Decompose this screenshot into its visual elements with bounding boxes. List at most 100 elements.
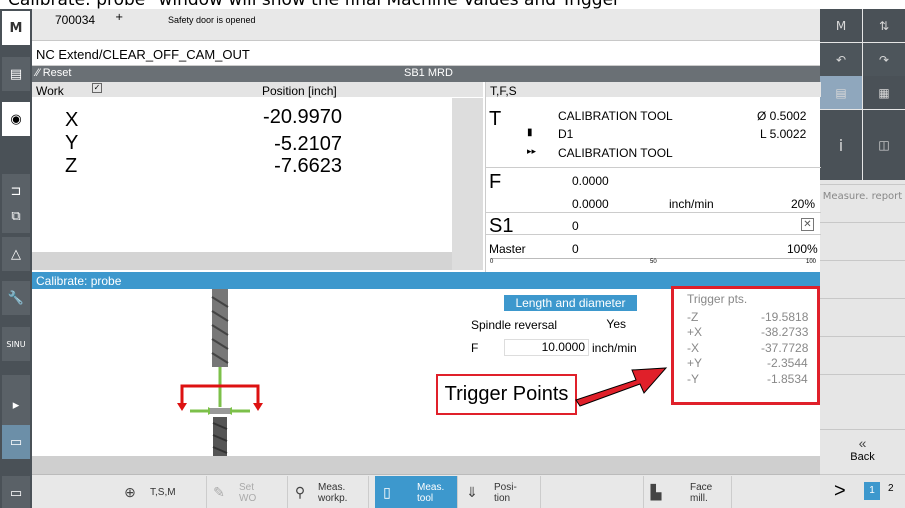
arrow-down-left-icon <box>177 403 187 411</box>
s1-label: S1 <box>489 215 514 237</box>
back-button[interactable]: « Back <box>820 429 905 466</box>
scale-start: 0 <box>490 259 494 265</box>
spindle-stop-icon: ✕ <box>801 218 814 231</box>
header-bar: 700034 + Safety door is opened <box>0 9 820 41</box>
right-softkey-blank-3[interactable] <box>820 298 905 335</box>
axis-value: -20.9970 <box>263 106 342 128</box>
program-icon[interactable]: ▤ <box>2 57 30 91</box>
tfs-header: T,F,S <box>490 84 517 98</box>
softkey-set-wo[interactable]: ✎ Set WO <box>207 476 288 508</box>
camera-icon[interactable]: ◫ <box>863 110 905 180</box>
master-value: 0 <box>572 242 579 256</box>
trigger-value: -38.2733 <box>761 325 809 339</box>
softkey-meas-tool[interactable]: ▯ Meas. tool <box>375 476 458 508</box>
program-path: NC Extend/CLEAR_OFF_CAM_OUT <box>32 41 820 66</box>
spindle-reversal-select[interactable]: Yes <box>561 317 639 333</box>
edge-icon: ▮ <box>527 127 533 138</box>
work-label: Work <box>36 84 64 98</box>
set-wo-icon: ✎ <box>213 484 225 500</box>
axis-label: Y <box>65 132 79 154</box>
softkey-face-mill[interactable]: ▙ Face mill. <box>644 476 732 508</box>
trigger-axis: +X <box>687 325 703 339</box>
machine-number: 700034 <box>55 13 96 27</box>
trigger-value: -37.7728 <box>761 341 809 355</box>
status-bar: ⁄⁄ Reset SB1 MRD <box>32 66 820 82</box>
length-and-diameter-button[interactable]: Length and diameter <box>504 295 637 311</box>
f-value-set: 0.0000 <box>572 197 609 211</box>
info-icon[interactable]: i <box>820 110 862 180</box>
jog-icon[interactable]: ⇅ <box>863 9 905 42</box>
annotation-arrow-icon <box>575 367 668 407</box>
softkey-position[interactable]: ⇓ Posi- tion <box>460 476 541 508</box>
face-mill-icon: ▙ <box>650 484 662 500</box>
axis-value: -5.2107 <box>274 133 342 155</box>
page-1-button[interactable]: 1 <box>864 482 880 500</box>
probe-diagram <box>177 289 263 456</box>
bottom-softkey-bar: ⊕ T,S,M ✎ Set WO ⚲ Meas. workp. ▯ Meas. … <box>32 474 820 508</box>
trigger-axis: +Y <box>687 356 703 370</box>
feed-input[interactable]: 10.0000 <box>504 339 589 356</box>
right-softkey-blank-1[interactable] <box>820 222 905 259</box>
page-2-button[interactable]: 2 <box>888 483 894 494</box>
alarm-message: Safety door is opened <box>168 15 256 25</box>
right-softkey-blank-5[interactable] <box>820 374 905 411</box>
d-label: D1 <box>558 127 574 141</box>
position-header: Position [inch] <box>262 84 337 98</box>
f-value-actual: 0.0000 <box>572 174 609 188</box>
tsm-icon: ⊕ <box>124 484 136 500</box>
spindle-reversal-label: Spindle reversal <box>471 318 558 332</box>
tool-name: CALIBRATION TOOL <box>558 109 673 123</box>
f-unit: inch/min <box>669 197 714 211</box>
trigger-value: -1.8534 <box>767 372 808 386</box>
screenshot-caption: Calibrate: probe" window will show the f… <box>0 0 905 9</box>
scale-end: 100 <box>806 259 817 265</box>
sinumerik-icon[interactable]: SINU <box>2 327 30 361</box>
next-page-button[interactable]: > <box>834 480 846 503</box>
machine-icon[interactable]: M <box>2 11 30 45</box>
axis-value: -7.6623 <box>274 155 342 177</box>
trigger-value: -2.3544 <box>767 356 808 370</box>
calculator-icon[interactable]: ▦ <box>863 76 905 109</box>
right-softkey-blank-2[interactable] <box>820 260 905 297</box>
page-nav: > 1 2 <box>820 474 905 508</box>
trigger-axis: -Y <box>687 372 699 386</box>
work-checkbox[interactable]: ✓ <box>92 83 102 93</box>
reset-status: ⁄⁄ Reset <box>36 67 72 79</box>
window-icon[interactable]: ▭ <box>2 425 30 459</box>
softkey-tsm[interactable]: ⊕ T,S,M <box>118 476 207 508</box>
measure-tool-icon: ▯ <box>383 484 391 500</box>
copy-icon[interactable]: ⧉ <box>2 199 30 233</box>
scale-mid: 50 <box>650 259 657 265</box>
feed-unit: inch/min <box>592 341 637 355</box>
right-softkey-blank-4[interactable] <box>820 336 905 373</box>
scroll-area <box>452 98 483 270</box>
arrow-down-right-icon <box>253 403 263 411</box>
f-override: 20% <box>791 197 816 211</box>
wrench-icon[interactable]: 🔧 <box>2 281 30 315</box>
machine-mode-icon[interactable]: M <box>820 9 862 42</box>
plus-icon: + <box>115 12 124 23</box>
right-sidebar: M ⇅ ↶ ↷ ▤ ▦ i ◫ Measure. report « Back >… <box>820 9 905 508</box>
calibration-ring <box>210 408 230 414</box>
redo-icon[interactable]: ↷ <box>863 43 905 76</box>
parameter-icon[interactable]: ◉ <box>2 102 30 136</box>
softkey-meas-workp[interactable]: ⚲ Meas. workp. <box>288 476 369 508</box>
screen-icon[interactable]: ▭ <box>2 476 30 508</box>
f-label: F <box>489 171 502 193</box>
measure-report-button[interactable]: Measure. report <box>820 184 905 221</box>
left-sidebar: M ▤ ◉ ⊐ ⧉ △ 🔧 SINU ▸ ▭ ▭ <box>0 9 32 508</box>
softkey-blank[interactable] <box>541 476 644 508</box>
next-tool-icon: ▸▸ <box>527 146 537 156</box>
t-label: T <box>489 108 502 130</box>
undo-icon[interactable]: ↶ <box>820 43 862 76</box>
diagnostics-icon[interactable]: △ <box>2 237 30 271</box>
calibrate-footer <box>32 456 820 474</box>
tool-length: L 5.0022 <box>760 127 807 141</box>
s1-value: 0 <box>572 219 579 233</box>
feed-label: F <box>471 341 479 355</box>
master-label: Master <box>489 242 526 256</box>
trigger-points-box: Trigger pts. -Z -19.5818 +X -38.2733 -X … <box>671 286 820 405</box>
measure-workpiece-icon: ⚲ <box>294 484 306 500</box>
axis-label: Z <box>65 155 78 177</box>
view-icon[interactable]: ▤ <box>820 76 862 109</box>
